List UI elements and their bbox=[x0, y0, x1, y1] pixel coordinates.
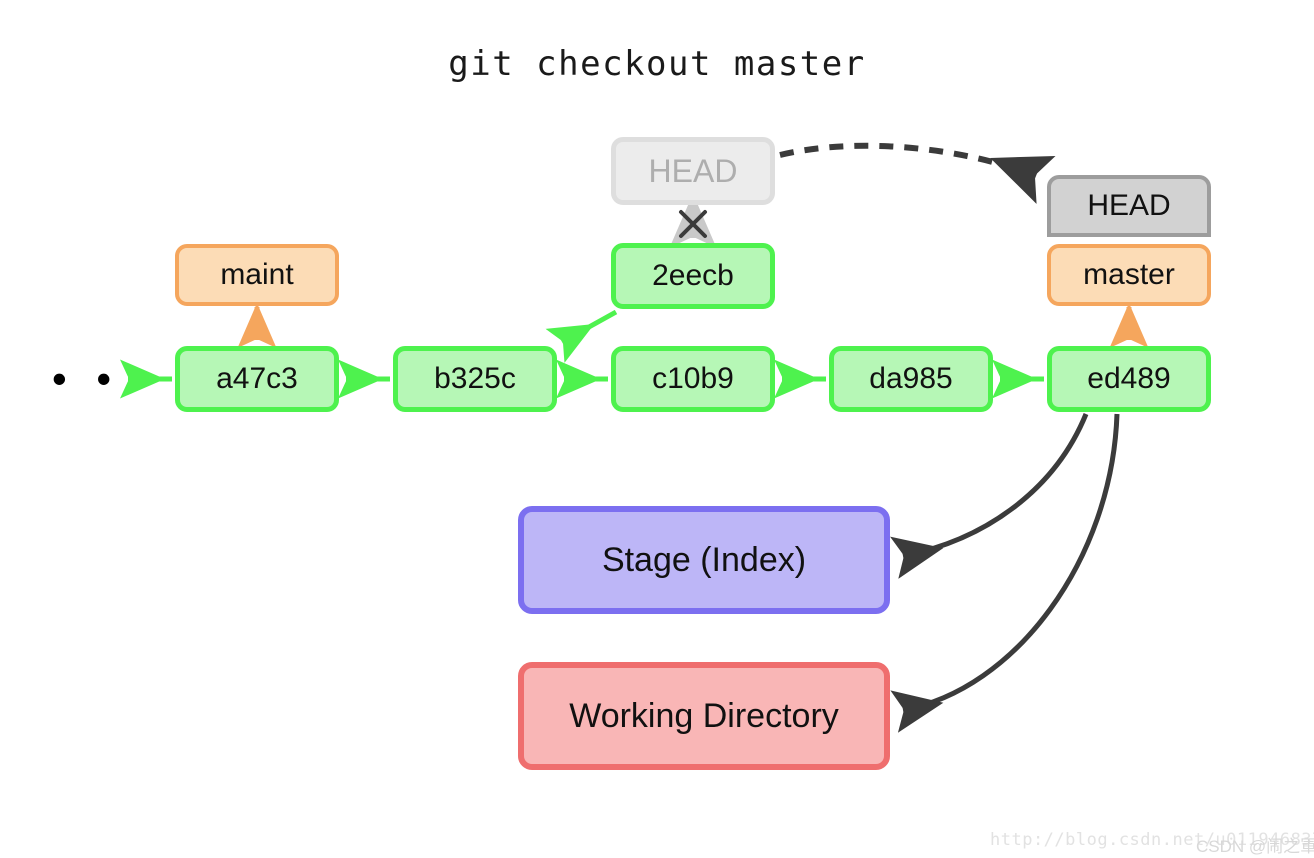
branch-arrow-2eecb bbox=[545, 309, 618, 363]
working-directory-label: Working Directory bbox=[569, 696, 839, 735]
ref-maint-box[interactable]: maint bbox=[175, 244, 339, 306]
head-move-arrow bbox=[779, 142, 1056, 204]
commit-da985[interactable]: da985 bbox=[829, 346, 993, 412]
checkout-arrows bbox=[890, 413, 1120, 733]
diagram-canvas: git checkout master • • • HEAD HEAD main… bbox=[0, 0, 1314, 858]
watermark-csdn: CSDN @闹之軍 bbox=[1196, 837, 1314, 856]
head-faded-box[interactable]: HEAD bbox=[611, 137, 775, 205]
commit-b325c-label: b325c bbox=[434, 362, 516, 395]
commit-b325c[interactable]: b325c bbox=[393, 346, 557, 412]
detach-x-icon bbox=[679, 210, 707, 238]
commit-a47c3-label: a47c3 bbox=[216, 362, 298, 395]
commit-2eecb[interactable]: 2eecb bbox=[611, 243, 775, 309]
commit-c10b9[interactable]: c10b9 bbox=[611, 346, 775, 412]
commit-c10b9-label: c10b9 bbox=[652, 362, 734, 395]
chain-ellipsis: • • • bbox=[52, 355, 165, 402]
page-title: git checkout master bbox=[448, 44, 866, 84]
ref-master-label: master bbox=[1083, 258, 1175, 291]
working-directory-box[interactable]: Working Directory bbox=[518, 662, 890, 770]
commit-da985-label: da985 bbox=[869, 362, 953, 395]
commit-2eecb-label: 2eecb bbox=[652, 259, 734, 292]
commit-a47c3[interactable]: a47c3 bbox=[175, 346, 339, 412]
commit-ed489-label: ed489 bbox=[1087, 362, 1171, 395]
stage-index-label: Stage (Index) bbox=[601, 540, 807, 579]
head-current-box[interactable]: HEAD bbox=[1047, 175, 1211, 237]
ref-maint-label: maint bbox=[220, 258, 294, 291]
commit-ed489[interactable]: ed489 bbox=[1047, 346, 1211, 412]
head-faded-label: HEAD bbox=[648, 152, 738, 189]
ref-master-box[interactable]: master bbox=[1047, 244, 1211, 306]
head-current-label: HEAD bbox=[1087, 189, 1171, 222]
ref-arrows bbox=[237, 302, 1149, 348]
stage-index-box[interactable]: Stage (Index) bbox=[518, 506, 890, 614]
